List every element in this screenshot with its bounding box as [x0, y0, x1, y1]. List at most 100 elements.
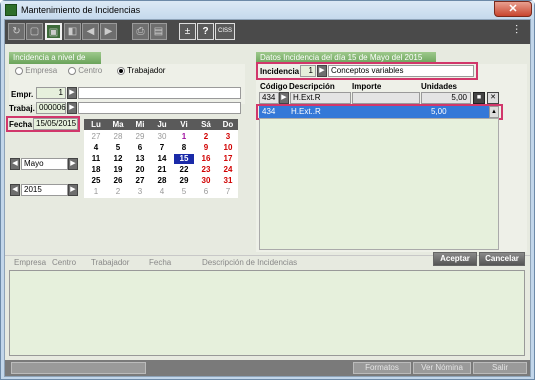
settings-sliders-icon[interactable]: ⫶: [508, 23, 525, 40]
year-field[interactable]: 2015: [21, 184, 68, 196]
trabaj-lookup-button[interactable]: ▶: [67, 102, 77, 114]
calendar-day[interactable]: 7: [152, 143, 172, 153]
calendar-day[interactable]: 2: [196, 132, 216, 142]
calendar-day[interactable]: 3: [130, 187, 150, 197]
calendar-day[interactable]: 30: [196, 176, 216, 186]
trabaj-name-field: [78, 102, 241, 114]
incidencia-lookup-button[interactable]: ▶: [317, 65, 327, 77]
formatos-button[interactable]: Formatos: [353, 362, 411, 374]
ver-nomina-button[interactable]: Ver Nómina: [413, 362, 471, 374]
empr-lookup-button[interactable]: ▶: [67, 87, 77, 99]
weekday-label: Mi: [135, 120, 145, 129]
fecha-input[interactable]: 15/05/2015: [33, 118, 78, 130]
calendar-day[interactable]: 29: [130, 132, 150, 142]
calendar-day[interactable]: 25: [86, 176, 106, 186]
calendar-day[interactable]: 28: [152, 176, 172, 186]
calendar-day[interactable]: 29: [174, 176, 194, 186]
title-bar: Mantenimiento de Incidencias ✕: [1, 1, 534, 19]
scroll-up-icon[interactable]: ▲: [489, 106, 499, 118]
col-descripcion: Descripción: [289, 82, 335, 91]
calendar-day[interactable]: 5: [108, 143, 128, 153]
calendar-day[interactable]: 21: [152, 165, 172, 175]
calendar-day[interactable]: 28: [108, 132, 128, 142]
calendar-day[interactable]: 27: [86, 132, 106, 142]
table-row[interactable]: 434 H.Ext..R 5,00: [259, 106, 489, 118]
calendar-day[interactable]: 3: [218, 132, 238, 142]
unidades-input[interactable]: 5,00: [421, 92, 471, 104]
ciss-icon[interactable]: CISS: [215, 23, 235, 40]
radio-centro[interactable]: Centro: [68, 66, 102, 75]
bottom-col-descripcion: Descripción de Incidencias: [202, 258, 298, 267]
cancelar-button[interactable]: Cancelar: [479, 252, 525, 266]
radio-empresa[interactable]: Empresa: [15, 66, 57, 75]
export-icon[interactable]: ▤: [150, 23, 167, 40]
trabaj-input[interactable]: 000006: [36, 102, 66, 114]
calendar-day[interactable]: 15: [174, 154, 194, 164]
radio-trabajador[interactable]: Trabajador: [117, 66, 165, 75]
calendar-day[interactable]: 18: [86, 165, 106, 175]
weekday-label: Ma: [112, 120, 124, 129]
calendar-day[interactable]: 19: [108, 165, 128, 175]
calendar-day[interactable]: 24: [218, 165, 238, 175]
aceptar-button[interactable]: Aceptar: [433, 252, 477, 266]
radio-trabajador-label: Trabajador: [127, 66, 166, 75]
calendar-day[interactable]: 26: [108, 176, 128, 186]
month-field[interactable]: Mayo: [21, 158, 68, 170]
calendar-day[interactable]: 11: [86, 154, 106, 164]
print-icon[interactable]: ⎙: [132, 23, 149, 40]
calendar-day[interactable]: 4: [152, 187, 172, 197]
calendar-day[interactable]: 20: [130, 165, 150, 175]
descripcion-input[interactable]: H.Ext.R: [290, 92, 351, 104]
calendar-day[interactable]: 6: [130, 143, 150, 153]
incidencia-input[interactable]: 1: [300, 65, 316, 77]
month-prev-button[interactable]: ◀: [10, 158, 20, 170]
refresh-icon[interactable]: ↻: [8, 23, 25, 40]
calendar-day[interactable]: 4: [86, 143, 106, 153]
calendar-day[interactable]: 2: [108, 187, 128, 197]
first-record-icon[interactable]: ◧: [64, 23, 81, 40]
calendar-day[interactable]: 1: [86, 187, 106, 197]
previous-icon[interactable]: ◀: [82, 23, 99, 40]
year-prev-button[interactable]: ◀: [10, 184, 20, 196]
codigo-lookup-button[interactable]: ▶: [279, 92, 289, 104]
salir-button[interactable]: Salir: [473, 362, 527, 374]
trabaj-label: Trabaj.: [9, 104, 35, 113]
bottom-col-centro: Centro: [52, 258, 77, 267]
save-line-icon[interactable]: ■: [473, 92, 485, 104]
calendar-day[interactable]: 7: [218, 187, 238, 197]
calendar-day[interactable]: 5: [174, 187, 194, 197]
close-button[interactable]: ✕: [494, 1, 532, 17]
calendar-day[interactable]: 30: [152, 132, 172, 142]
weekday-label: Sá: [201, 120, 211, 129]
radio-empresa-label: Empresa: [25, 66, 58, 75]
incidencias-list: [259, 118, 499, 250]
calendar-day[interactable]: 22: [174, 165, 194, 175]
calendar-day[interactable]: 14: [152, 154, 172, 164]
calendar-day[interactable]: 13: [130, 154, 150, 164]
calendar-day[interactable]: 31: [218, 176, 238, 186]
calendar-day[interactable]: 16: [196, 154, 216, 164]
calendar-day[interactable]: 9: [196, 143, 216, 153]
next-icon[interactable]: ▶: [100, 23, 117, 40]
delete-line-icon[interactable]: ✕: [487, 92, 499, 104]
help-icon[interactable]: ?: [197, 23, 214, 40]
plus-minus-icon[interactable]: ±: [179, 23, 196, 40]
edit-mode-icon[interactable]: ▣: [45, 23, 62, 40]
view-icon[interactable]: ▢: [26, 23, 43, 40]
bottom-col-trabajador: Trabajador: [91, 258, 130, 267]
codigo-input[interactable]: 434: [259, 92, 279, 104]
calendar-day[interactable]: 1: [174, 132, 194, 142]
calendar-day[interactable]: 23: [196, 165, 216, 175]
year-next-button[interactable]: ▶: [68, 184, 78, 196]
calendar-day[interactable]: 12: [108, 154, 128, 164]
month-next-button[interactable]: ▶: [68, 158, 78, 170]
importe-input[interactable]: [352, 92, 420, 104]
empr-input[interactable]: 1: [36, 87, 66, 99]
calendar-day[interactable]: 6: [196, 187, 216, 197]
empr-name-field: [78, 87, 241, 99]
calendar-day[interactable]: 8: [174, 143, 194, 153]
calendar-day[interactable]: 27: [130, 176, 150, 186]
calendar-day[interactable]: 17: [218, 154, 238, 164]
calendar-day[interactable]: 10: [218, 143, 238, 153]
col-unidades: Unidades: [421, 82, 458, 91]
